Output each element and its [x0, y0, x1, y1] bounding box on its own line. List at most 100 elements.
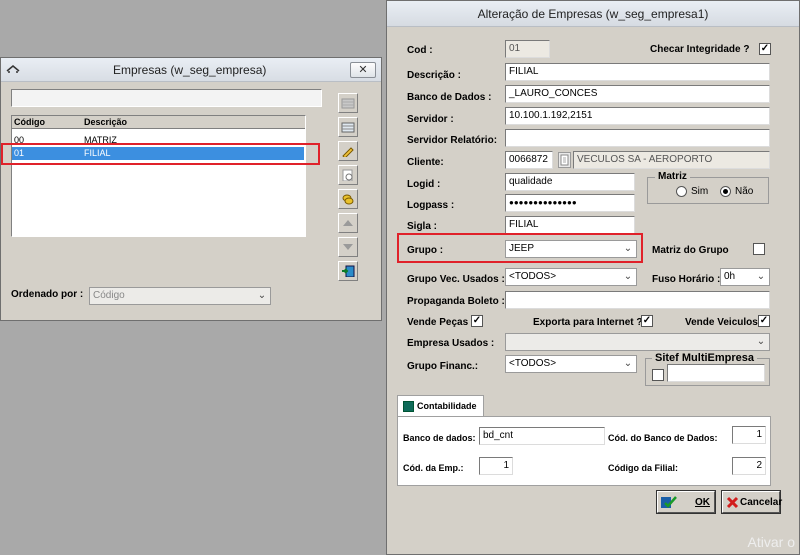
- matriz-group-label: Matriz: [655, 171, 690, 182]
- cliente-lookup-button[interactable]: [558, 152, 571, 168]
- grupo-vec-select[interactable]: <TODOS> ⌄: [505, 268, 637, 286]
- empresas-window: Empresas (w_seg_empresa) ✕ Código Descri…: [0, 57, 382, 321]
- col-codigo-header[interactable]: Código: [14, 117, 45, 127]
- grupo-financ-value: <TODOS>: [509, 358, 557, 369]
- logpass-field[interactable]: ●●●●●●●●●●●●●●: [505, 194, 635, 212]
- empresas-titlebar[interactable]: Empresas (w_seg_empresa) ✕: [1, 58, 381, 82]
- move-up-button[interactable]: [338, 213, 358, 233]
- activation-watermark: Ativar o: [747, 534, 795, 550]
- alteracao-titlebar[interactable]: Alteração de Empresas (w_seg_empresa1): [387, 1, 799, 27]
- chevron-down-icon: ⌄: [623, 271, 633, 282]
- order-select[interactable]: Código ⌄: [89, 287, 271, 305]
- logid-field[interactable]: qualidade: [505, 173, 635, 191]
- sitef-checkbox[interactable]: [652, 369, 664, 381]
- contab-banco-field[interactable]: bd_cnt: [479, 427, 605, 445]
- checar-label: Checar Integridade ?: [650, 44, 750, 55]
- exporta-checkbox[interactable]: ✓: [641, 315, 653, 327]
- grid-header: Código Descrição: [12, 116, 305, 129]
- exporta-label: Exporta para Internet ?: [533, 317, 643, 328]
- logpass-label: Logpass :: [407, 200, 455, 211]
- checar-checkbox[interactable]: ✓: [759, 43, 771, 55]
- exit-door-icon: [342, 265, 355, 277]
- ok-button[interactable]: OK: [656, 490, 716, 514]
- insert-button[interactable]: [338, 93, 358, 113]
- cancel-button[interactable]: Cancelar: [721, 490, 783, 514]
- add-button[interactable]: [338, 117, 358, 137]
- filter-input[interactable]: [11, 89, 322, 107]
- insert-row-icon: [341, 98, 355, 109]
- cod-field[interactable]: 01: [505, 40, 550, 58]
- book-icon: [403, 401, 414, 412]
- matriz-nao-label: Não: [735, 186, 754, 197]
- sigla-label: Sigla :: [407, 221, 438, 232]
- grupo-vec-value: <TODOS>: [509, 271, 557, 282]
- arrow-down-icon: [343, 244, 353, 250]
- tab-label: Contabilidade: [417, 401, 477, 411]
- fuso-label: Fuso Horário :: [652, 274, 721, 285]
- order-label: Ordenado por :: [11, 289, 84, 300]
- matriz-nao-radio[interactable]: [720, 186, 731, 197]
- cancel-label: Cancelar: [740, 497, 783, 508]
- tab-contabilidade[interactable]: Contabilidade: [397, 395, 484, 417]
- sitef-label: Sitef MultiEmpresa: [652, 352, 758, 364]
- exit-button[interactable]: [338, 261, 358, 281]
- window-menu-icon[interactable]: [6, 64, 20, 74]
- descricao-label: Descrição :: [407, 70, 461, 81]
- servidor-rel-field[interactable]: [505, 129, 770, 147]
- alteracao-dialog: Alteração de Empresas (w_seg_empresa1) C…: [386, 0, 800, 555]
- search-button[interactable]: [338, 165, 358, 185]
- fuso-select[interactable]: 0h ⌄: [720, 268, 770, 286]
- grupo-vec-label: Grupo Vec. Usados :: [407, 274, 505, 285]
- ok-label: OK: [695, 497, 710, 508]
- empresa-usados-label: Empresa Usados :: [407, 338, 495, 349]
- alteracao-title: Alteração de Empresas (w_seg_empresa1): [477, 7, 709, 21]
- col-descricao-header[interactable]: Descrição: [84, 117, 127, 127]
- matriz-sim-label: Sim: [691, 186, 709, 197]
- logid-label: Logid :: [407, 179, 441, 190]
- empresa-usados-select[interactable]: ⌄: [505, 333, 770, 351]
- contab-cod-filial-field[interactable]: 2: [732, 457, 766, 475]
- propaganda-field[interactable]: [505, 291, 770, 309]
- propaganda-label: Propaganda Boleto :: [407, 296, 505, 307]
- cliente-code-field[interactable]: 0066872: [505, 151, 553, 169]
- descricao-field[interactable]: FILIAL: [505, 63, 770, 81]
- report-button[interactable]: [338, 189, 358, 209]
- cancel-x-icon: [726, 496, 739, 509]
- pencil-icon: [342, 147, 354, 157]
- sitef-field[interactable]: [667, 364, 765, 382]
- servidor-field[interactable]: 10.100.1.192,2151: [505, 107, 770, 125]
- fuso-value: 0h: [724, 271, 736, 282]
- vende-veiculos-checkbox[interactable]: ✓: [758, 315, 770, 327]
- close-button[interactable]: ✕: [350, 62, 376, 78]
- cliente-name-field: VECULOS SA - AEROPORTO: [573, 151, 770, 169]
- add-row-icon: [341, 122, 355, 133]
- matriz-grupo-checkbox[interactable]: [753, 243, 765, 255]
- contab-cod-emp-field[interactable]: 1: [479, 457, 513, 475]
- coins-icon: [342, 194, 354, 205]
- lookup-icon: [560, 154, 569, 166]
- edit-button[interactable]: [338, 141, 358, 161]
- servidor-label: Servidor :: [407, 114, 454, 125]
- matriz-grupo-label: Matriz do Grupo: [652, 245, 729, 256]
- contab-cod-banco-field[interactable]: 1: [732, 426, 766, 444]
- banco-field[interactable]: _LAURO_CONCES: [505, 85, 770, 103]
- banco-label: Banco de Dados :: [407, 92, 492, 103]
- vende-pecas-checkbox[interactable]: ✓: [471, 315, 483, 327]
- contab-banco-label: Banco de dados:: [403, 433, 476, 443]
- grupo-financ-select[interactable]: <TODOS> ⌄: [505, 355, 637, 373]
- contabilidade-panel: Banco de dados: bd_cnt Cód. do Banco de …: [397, 416, 771, 486]
- contab-cod-emp-label: Cód. da Emp.:: [403, 463, 464, 473]
- contab-cod-filial-label: Código da Filial:: [608, 463, 678, 473]
- selected-row-highlight: [1, 143, 320, 165]
- cliente-label: Cliente:: [407, 157, 444, 168]
- chevron-down-icon: ⌄: [257, 290, 267, 301]
- servidor-rel-label: Servidor Relatório:: [407, 135, 498, 146]
- contab-cod-banco-label: Cód. do Banco de Dados:: [608, 433, 718, 443]
- move-down-button[interactable]: [338, 237, 358, 257]
- cod-label: Cod :: [407, 45, 433, 56]
- vende-pecas-label: Vende Peças: [407, 317, 469, 328]
- empresas-grid[interactable]: Código Descrição 00 MATRIZ 01 FILIAL: [11, 115, 306, 237]
- sigla-field[interactable]: FILIAL: [505, 216, 635, 234]
- empresas-title: Empresas (w_seg_empresa): [113, 63, 267, 77]
- matriz-sim-radio[interactable]: [676, 186, 687, 197]
